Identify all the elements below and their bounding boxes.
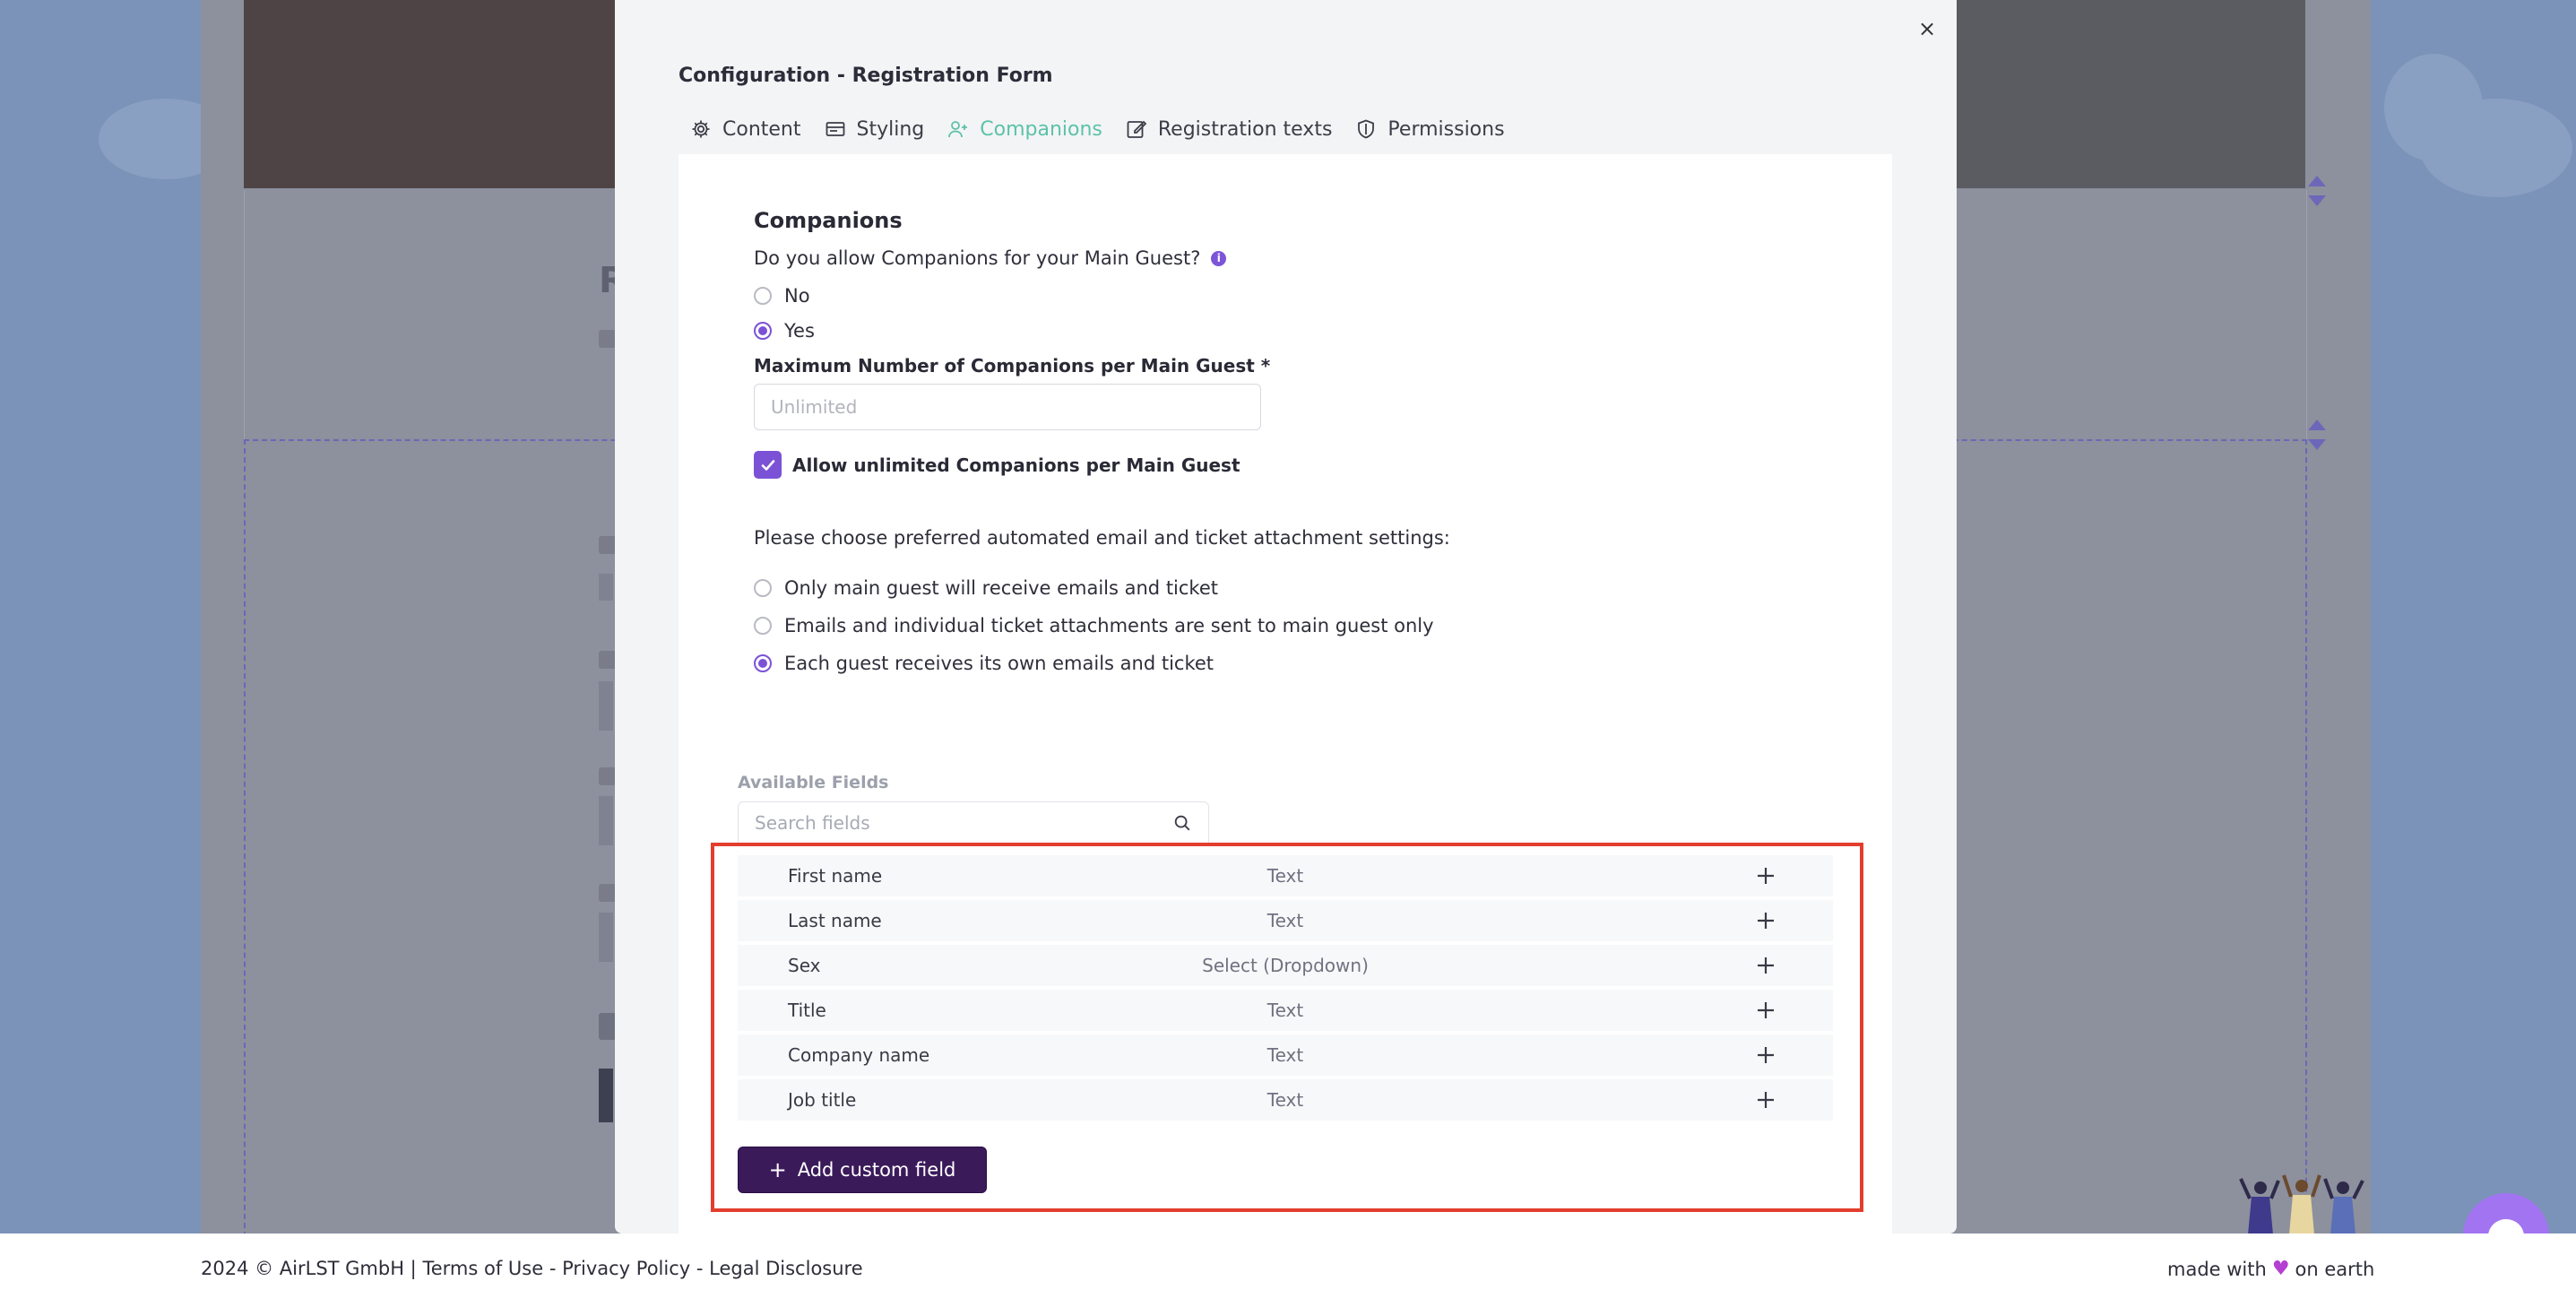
footer-copyright: 2024 © AirLST GmbH |: [201, 1258, 417, 1279]
made-with-text: made with: [2167, 1258, 2267, 1280]
tab-content-label: Content: [722, 117, 801, 141]
field-row-first-name: First name Text: [738, 855, 1833, 896]
styling-icon: [826, 122, 844, 136]
gear-icon: [692, 120, 710, 138]
radio-yes-circle[interactable]: [754, 322, 772, 340]
modal-title: Configuration - Registration Form: [679, 65, 1053, 87]
tab-styling-label: Styling: [856, 117, 925, 141]
add-user-icon: [948, 121, 968, 138]
radio-email-main-guest-only[interactable]: Only main guest will receive emails and …: [754, 577, 1218, 599]
footer-links: 2024 © AirLST GmbH | Terms of Use - Priv…: [201, 1258, 863, 1279]
field-type: Text: [1266, 1000, 1304, 1021]
tab-permissions[interactable]: Permissions: [1355, 117, 1505, 141]
field-type: Text: [1266, 865, 1304, 887]
companions-question-text: Do you allow Companions for your Main Gu…: [754, 247, 1201, 269]
close-icon[interactable]: ×: [1916, 18, 1938, 39]
search-fields-box: [738, 801, 1209, 844]
field-type: Text: [1266, 1089, 1304, 1111]
search-fields-input[interactable]: [755, 812, 1172, 834]
field-row-last-name: Last name Text: [738, 900, 1833, 941]
unlimited-companions-checkbox[interactable]: [754, 451, 782, 479]
info-icon[interactable]: i: [1211, 250, 1227, 266]
radio-yes[interactable]: Yes: [754, 320, 815, 342]
radio-email-main-guest-only-label: Only main guest will receive emails and …: [784, 577, 1218, 599]
radio-no[interactable]: No: [754, 285, 810, 307]
config-tabs: Content Styling Companions Registration …: [690, 115, 1528, 143]
field-name: First name: [788, 865, 883, 887]
available-fields-list: First name Text Last name Text Sex Selec…: [738, 855, 1833, 1124]
tab-registration-texts-label: Registration texts: [1157, 117, 1333, 141]
background-move-down-icon: [2308, 439, 2326, 450]
tab-companions[interactable]: Companions: [947, 118, 1102, 141]
background-sky-left: [0, 0, 201, 1233]
field-name: Sex: [788, 955, 821, 976]
field-name: Company name: [788, 1044, 930, 1066]
background-input-fragment: [599, 913, 613, 962]
email-settings-question: Please choose preferred automated email …: [754, 527, 1450, 549]
radio-no-circle[interactable]: [754, 287, 772, 305]
unlimited-companions-checkbox-row[interactable]: Allow unlimited Companions per Main Gues…: [754, 451, 1240, 479]
plus-icon: +: [768, 1157, 787, 1182]
search-icon[interactable]: [1172, 813, 1192, 833]
background-input-fragment: [599, 681, 613, 731]
radio-email-attachments-main-guest[interactable]: Emails and individual ticket attachments…: [754, 615, 1434, 636]
plus-icon[interactable]: [1755, 910, 1776, 931]
edit-icon: [1127, 120, 1147, 138]
max-companions-label: Maximum Number of Companions per Main Gu…: [754, 355, 1271, 377]
available-fields-label: Available Fields: [738, 773, 889, 792]
background-move-up-icon: [2308, 176, 2326, 186]
plus-icon[interactable]: [1755, 1044, 1776, 1066]
radio-email-attachments-main-guest-label: Emails and individual ticket attachments…: [784, 615, 1434, 636]
background-cloud: [2420, 99, 2572, 197]
shield-icon: [1358, 119, 1375, 139]
section-title: Companions: [754, 208, 903, 233]
footer-separator: -: [696, 1258, 704, 1279]
field-row-sex: Sex Select (Dropdown): [738, 945, 1833, 986]
unlimited-companions-label: Allow unlimited Companions per Main Gues…: [792, 454, 1240, 476]
on-earth-text: on earth: [2295, 1258, 2375, 1280]
terms-of-use-link[interactable]: Terms of Use: [422, 1258, 543, 1279]
tab-content[interactable]: Content: [690, 118, 801, 141]
background-move-up-icon: [2308, 420, 2326, 430]
plus-icon[interactable]: [1755, 865, 1776, 887]
heart-icon: ♥: [2271, 1258, 2290, 1280]
field-type: Text: [1266, 910, 1304, 931]
tab-companions-label: Companions: [980, 117, 1102, 141]
radio-no-label: No: [784, 285, 810, 307]
background-heading-fragment: [599, 1013, 617, 1040]
background-move-down-icon: [2308, 195, 2326, 206]
radio-yes-label: Yes: [784, 320, 815, 342]
privacy-policy-link[interactable]: Privacy Policy: [562, 1258, 690, 1279]
background-input-fragment: [599, 574, 613, 601]
plus-icon[interactable]: [1755, 1089, 1776, 1111]
people-illustration: [2239, 1174, 2364, 1234]
max-companions-input[interactable]: [754, 384, 1261, 430]
radio-email-attachments-main-guest-circle[interactable]: [754, 617, 772, 635]
field-row-title: Title Text: [738, 990, 1833, 1031]
footer-made-with: made with ♥ on earth: [2167, 1258, 2374, 1280]
legal-disclosure-link[interactable]: Legal Disclosure: [709, 1258, 862, 1279]
radio-email-each-guest[interactable]: Each guest receives its own emails and t…: [754, 653, 1214, 674]
background-input-fragment: [599, 796, 613, 845]
radio-email-each-guest-circle[interactable]: [754, 654, 772, 672]
companions-question: Do you allow Companions for your Main Gu…: [754, 247, 1227, 269]
radio-email-main-guest-only-circle[interactable]: [754, 579, 772, 597]
field-name: Last name: [788, 910, 882, 931]
background-button-fragment: [599, 1069, 613, 1122]
plus-icon[interactable]: [1755, 1000, 1776, 1021]
tab-styling[interactable]: Styling: [825, 117, 925, 141]
field-type: Select (Dropdown): [1202, 955, 1369, 976]
footer-separator: -: [549, 1258, 557, 1279]
field-name: Job title: [788, 1089, 857, 1111]
add-custom-field-button[interactable]: + Add custom field: [738, 1147, 987, 1193]
tab-permissions-label: Permissions: [1387, 117, 1505, 141]
radio-email-each-guest-label: Each guest receives its own emails and t…: [784, 653, 1215, 674]
field-row-company-name: Company name Text: [738, 1034, 1833, 1076]
tab-registration-texts[interactable]: Registration texts: [1126, 117, 1333, 141]
field-row-job-title: Job title Text: [738, 1079, 1833, 1121]
add-custom-field-label: Add custom field: [797, 1159, 956, 1181]
field-name: Title: [788, 1000, 826, 1021]
plus-icon[interactable]: [1755, 955, 1776, 976]
check-icon: [761, 459, 774, 471]
